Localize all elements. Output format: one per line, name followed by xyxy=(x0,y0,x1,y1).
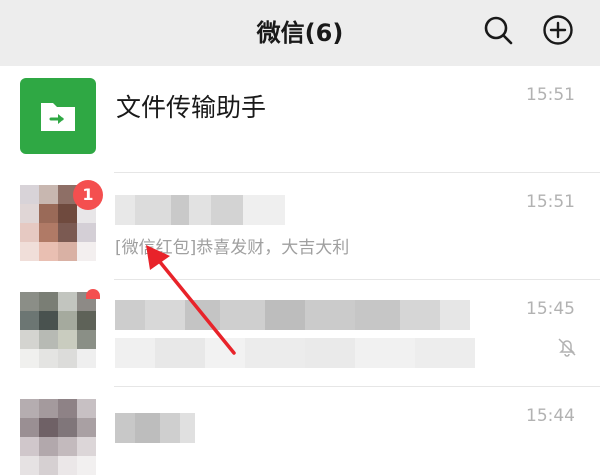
unread-dot xyxy=(86,289,100,299)
chat-time: 15:45 xyxy=(526,299,575,319)
chat-time: 15:51 xyxy=(526,192,575,212)
add-button[interactable] xyxy=(542,14,574,46)
blurred-avatar xyxy=(20,292,96,368)
chat-item-4[interactable]: 15:44 xyxy=(0,387,600,475)
chat-time: 15:44 xyxy=(526,406,575,426)
chat-name: 文件传输助手 xyxy=(116,93,267,122)
blurred-chat-preview xyxy=(115,338,475,368)
search-icon xyxy=(484,16,513,45)
blurred-avatar xyxy=(20,399,96,475)
search-button[interactable] xyxy=(482,14,514,46)
blurred-chat-name xyxy=(115,300,470,330)
top-bar: 微信(6) xyxy=(0,0,600,66)
plus-circle-icon xyxy=(543,15,573,45)
blurred-chat-name xyxy=(115,413,195,443)
chat-preview: [微信红包]恭喜发财，大吉大利 xyxy=(115,238,350,258)
blurred-chat-name xyxy=(115,195,285,225)
unread-badge: 1 xyxy=(73,180,103,210)
file-transfer-icon xyxy=(41,103,75,131)
avatar xyxy=(20,78,96,154)
bell-off-icon xyxy=(558,338,576,357)
muted-indicator xyxy=(556,336,578,358)
chat-time: 15:51 xyxy=(526,85,575,105)
chat-item-file-transfer[interactable]: 文件传输助手 15:51 xyxy=(0,66,600,173)
